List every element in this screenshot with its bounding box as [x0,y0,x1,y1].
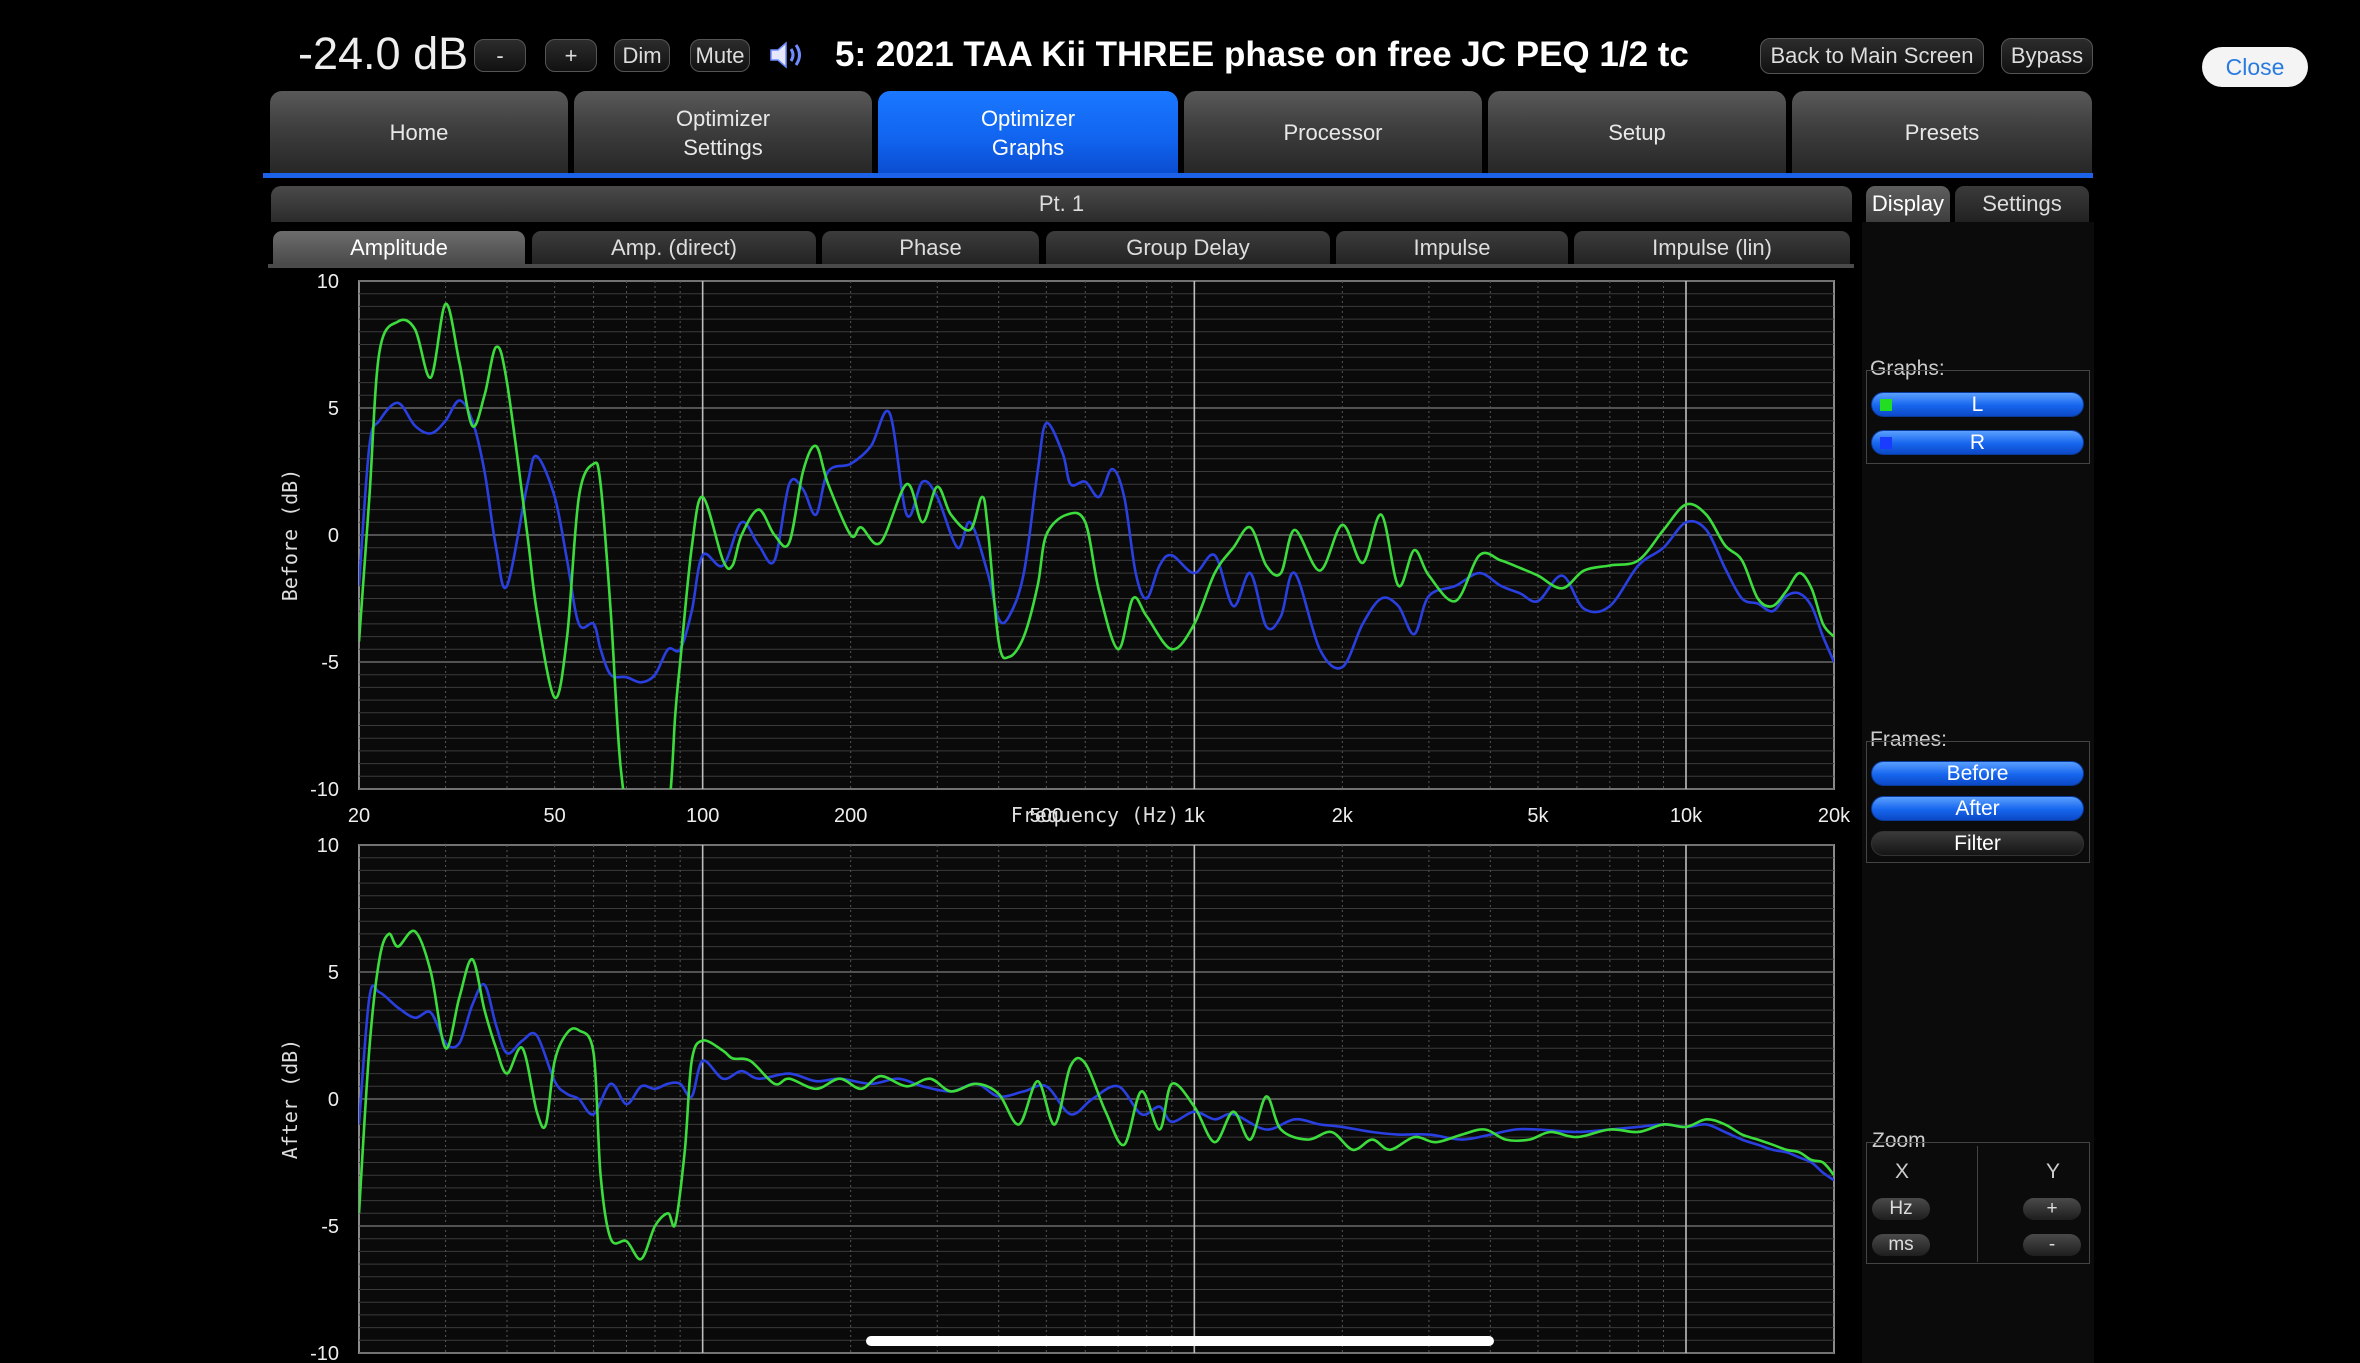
zoom-y-label: Y [2045,1160,2060,1183]
series-r-swatch [1880,437,1892,449]
tab-label: Presets [1904,120,1980,145]
y-tick-label: -5 [321,652,339,674]
graph-toggle-label: L [1971,392,1984,416]
x-tick-label: 2k [1332,805,1354,827]
y-tick-label: -10 [310,779,339,801]
x-tick-label: 100 [686,805,719,827]
tab-display[interactable]: Display [1866,186,1950,222]
zoom-divider [1977,1146,1978,1262]
y-tick-label: 0 [328,1089,339,1111]
x-tick-label: 50 [544,805,566,827]
x-tick-label: 1k [1184,805,1206,827]
zoom-x-hz-button[interactable]: Hz [1872,1198,1930,1220]
zoom-x-ms-button[interactable]: ms [1872,1234,1930,1256]
frame-toggle-filter[interactable]: Filter [1871,831,2084,856]
amplitude-graphs[interactable]: 1050-5-1020 50 100 200 500 1k 2k 5k 10k 20kFreque… [0,0,1860,1363]
zoom-y-in-button[interactable]: + [2023,1198,2081,1220]
y-tick-label: -10 [310,1343,339,1363]
zoom-y-out-button[interactable]: - [2023,1234,2081,1256]
x-tick-label: 20k [1818,805,1851,827]
y-axis-title: After (dB) [278,1039,302,1159]
graph-toggle-r[interactable]: R [1871,430,2084,455]
y-tick-label: 0 [328,525,339,547]
y-tick-label: 10 [317,271,339,293]
home-indicator[interactable] [866,1336,1494,1346]
y-tick-label: 5 [328,962,339,984]
frame-toggle-after[interactable]: After [1871,796,2084,821]
x-axis-title: Frequency (Hz) [1011,803,1180,827]
x-tick-label: 20 [348,805,370,827]
graph-toggle-label: R [1969,430,1986,454]
y-tick-label: 10 [317,835,339,857]
bypass-button[interactable]: Bypass [2001,38,2093,74]
y-axis-title: Before (dB) [278,469,302,601]
y-tick-label: -5 [321,1216,339,1238]
x-tick-label: 10k [1670,805,1703,827]
close-button[interactable]: Close [2202,47,2308,87]
x-tick-label: 5k [1527,805,1549,827]
series-l-swatch [1880,399,1892,411]
zoom-x-label: X [1894,1160,1909,1183]
x-tick-label: 200 [834,805,867,827]
tab-settings[interactable]: Settings [1955,186,2089,222]
graph-toggle-l[interactable]: L [1871,392,2084,417]
frame-toggle-before[interactable]: Before [1871,761,2084,786]
y-tick-label: 5 [328,398,339,420]
